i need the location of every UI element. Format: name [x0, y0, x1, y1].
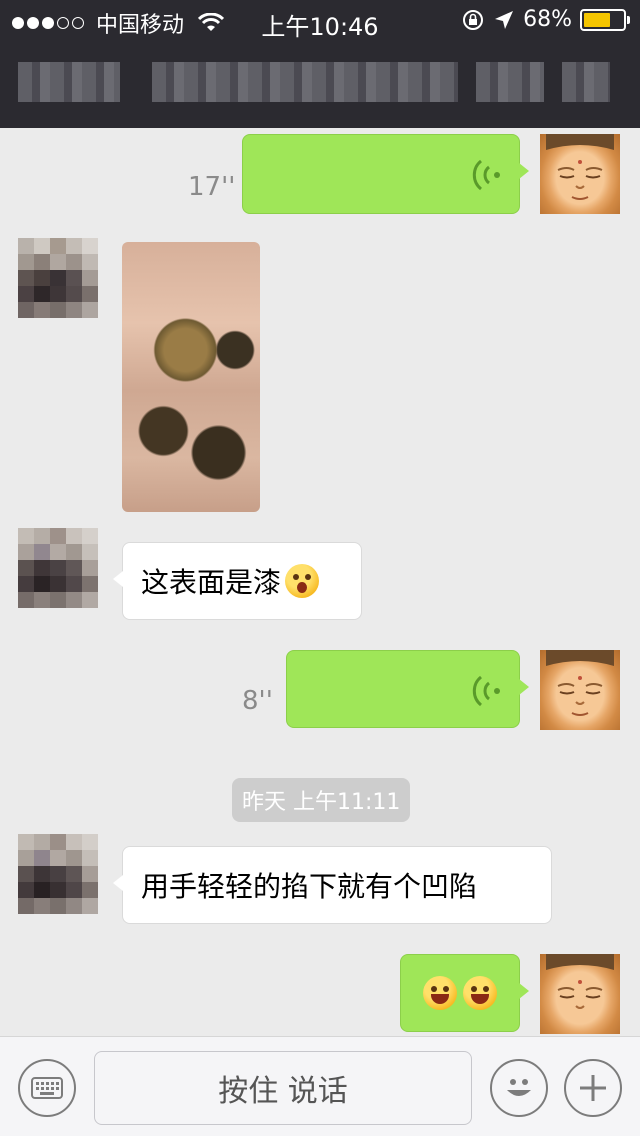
my-avatar[interactable] — [540, 650, 620, 730]
text-message-bubble[interactable]: 用手轻轻的掐下就有个凹陷 — [113, 846, 552, 924]
image-message[interactable] — [122, 242, 260, 512]
voice-message-bubble[interactable] — [242, 134, 529, 214]
chat-title-censored[interactable] — [18, 62, 120, 102]
keyboard-toggle-button[interactable] — [18, 1059, 76, 1117]
voice-wave-icon — [472, 159, 500, 191]
my-avatar[interactable] — [540, 954, 620, 1034]
status-bar: 中国移动 上午10:46 68% — [0, 0, 640, 41]
buddha-avatar-image — [546, 954, 614, 1009]
message-list[interactable]: 17'' 这表面是漆 8'' 昨天 上午11:11 用手轻轻的掐下就有个凹陷 — [0, 128, 640, 1036]
contact-avatar[interactable] — [18, 238, 98, 318]
message-text: 这表面是漆 — [141, 566, 282, 599]
input-bar: 按住 说话 — [0, 1036, 640, 1136]
emoji-message-bubble[interactable] — [400, 954, 529, 1032]
battery-percent: 68% — [523, 7, 572, 32]
chat-info-censored[interactable] — [562, 62, 610, 102]
keyboard-icon — [31, 1077, 63, 1099]
voice-duration: 8'' — [242, 686, 273, 716]
voice-duration: 17'' — [188, 172, 236, 202]
top-bar: 中国移动 上午10:46 68% — [0, 0, 640, 128]
rotation-lock-icon — [463, 9, 484, 30]
contact-avatar[interactable] — [18, 834, 98, 914]
smiley-icon — [507, 1079, 531, 1096]
text-message-bubble[interactable]: 这表面是漆 — [113, 542, 362, 620]
contact-avatar[interactable] — [18, 528, 98, 608]
surprised-emoji-icon — [285, 564, 320, 598]
voice-message-bubble[interactable] — [286, 650, 529, 728]
voice-wave-icon — [472, 675, 500, 707]
battery-icon — [580, 8, 630, 31]
buddha-avatar-image — [546, 134, 614, 200]
buddha-avatar-image — [546, 650, 614, 716]
my-avatar[interactable] — [540, 134, 620, 214]
chat-title-censored[interactable] — [476, 62, 544, 102]
more-options-button[interactable] — [564, 1059, 622, 1117]
plus-icon — [580, 1075, 606, 1101]
emoji-button[interactable] — [490, 1059, 548, 1117]
location-arrow-icon — [495, 10, 514, 29]
laughing-emoji-icon — [423, 976, 457, 1010]
timestamp-divider: 昨天 上午11:11 — [232, 778, 411, 822]
laughing-emoji-icon — [463, 976, 497, 1010]
chat-title-censored[interactable] — [152, 62, 458, 102]
hold-to-talk-button[interactable]: 按住 说话 — [94, 1051, 472, 1125]
message-text: 用手轻轻的掐下就有个凹陷 — [141, 870, 478, 903]
